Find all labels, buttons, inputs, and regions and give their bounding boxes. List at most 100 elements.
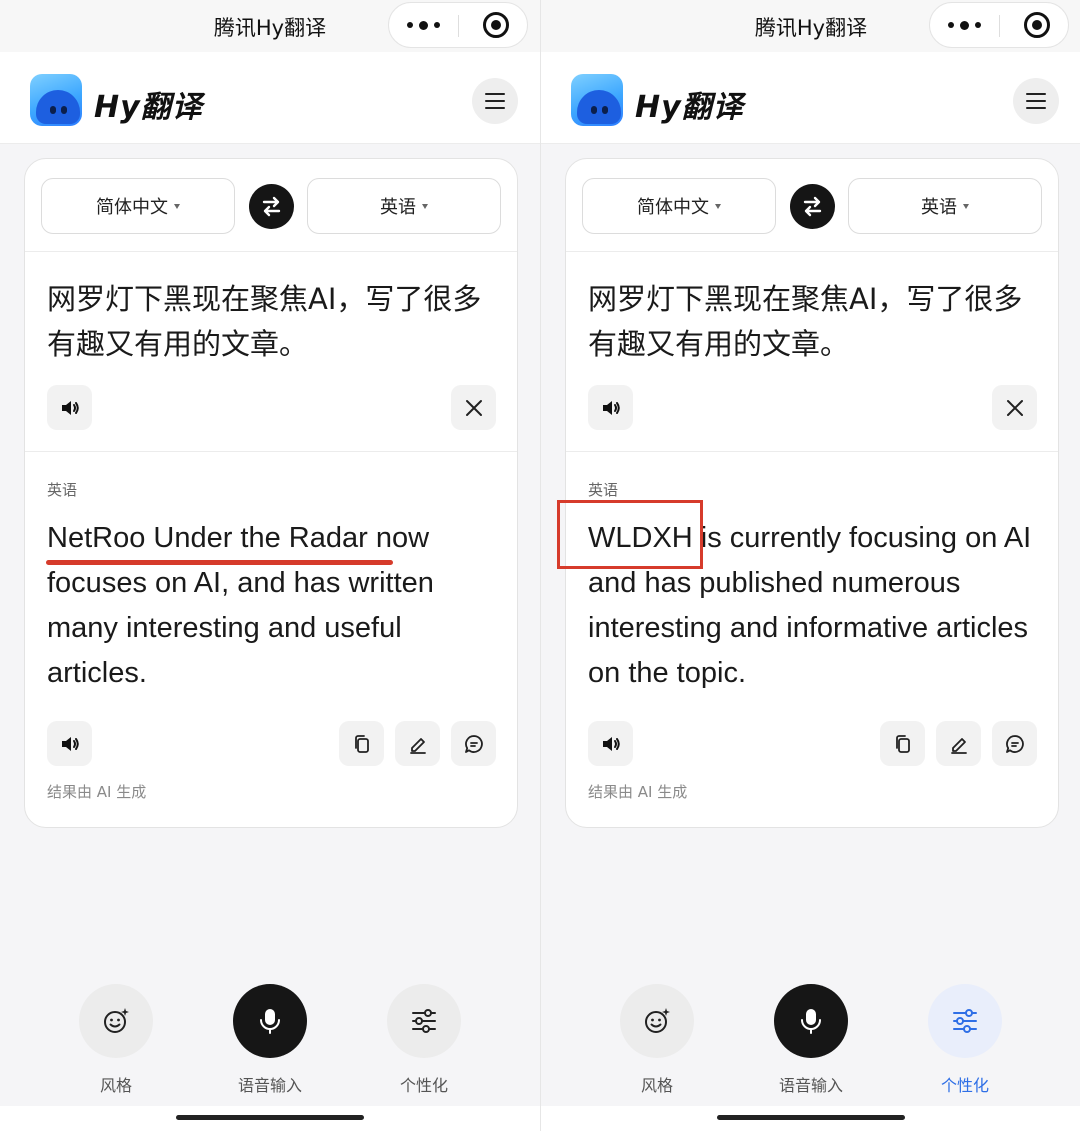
swap-icon (803, 196, 822, 217)
screen-left: 腾讯Hy翻译 Hy翻译 简体中文 英语 网罗灯下黑现在聚焦AI，写了很多有趣又有… (0, 0, 540, 1131)
target-language-select[interactable]: 英语 (307, 178, 501, 234)
translation-card: 简体中文 英语 网罗灯下黑现在聚焦AI，写了很多有趣又有用的文章。 (565, 158, 1059, 828)
language-selector-row: 简体中文 英语 (566, 159, 1058, 251)
voice-input-tool[interactable]: 语音输入 (774, 984, 848, 1095)
edit-button[interactable] (936, 721, 981, 766)
source-language-label: 简体中文 (637, 197, 709, 218)
personalize-tool[interactable]: 个性化 (928, 984, 1002, 1095)
more-dots-icon[interactable] (930, 3, 999, 47)
microphone-icon (260, 1009, 280, 1034)
home-indicator (176, 1115, 364, 1120)
highlight-underline (46, 560, 393, 565)
style-button[interactable] (79, 984, 153, 1058)
ai-generated-note: 结果由 AI 生成 (588, 783, 688, 801)
mini-program-bar: 腾讯Hy翻译 (541, 0, 1080, 52)
home-indicator (717, 1115, 905, 1120)
speak-result-button[interactable] (588, 721, 633, 766)
personalize-button[interactable] (928, 984, 1002, 1058)
swap-languages-button[interactable] (249, 184, 294, 229)
target-language-select[interactable]: 英语 (848, 178, 1042, 234)
translation-card: 简体中文 英语 网罗灯下黑现在聚焦AI，写了很多有趣又有用的文章。 (24, 158, 518, 828)
chevron-down-icon (963, 203, 969, 209)
close-icon (1006, 399, 1023, 416)
close-icon (465, 399, 482, 416)
source-language-label: 简体中文 (96, 197, 168, 218)
source-text-input[interactable]: 网罗灯下黑现在聚焦AI，写了很多有趣又有用的文章。 (588, 277, 1038, 367)
style-tool[interactable]: 风格 (79, 984, 153, 1095)
target-language-caption: 英语 (588, 481, 619, 499)
app-header: Hy翻译 (0, 52, 540, 144)
divider (25, 451, 517, 452)
voice-input-button[interactable] (233, 984, 307, 1058)
voice-input-tool[interactable]: 语音输入 (233, 984, 307, 1095)
highlight-box (557, 500, 703, 569)
mini-program-bar: 腾讯Hy翻译 (0, 0, 540, 52)
app-brand: Hy翻译 (94, 90, 203, 125)
speaker-icon (61, 736, 79, 751)
style-label: 风格 (99, 1076, 132, 1095)
target-language-label: 英语 (921, 197, 957, 218)
menu-icon[interactable] (1013, 78, 1059, 124)
swap-languages-button[interactable] (790, 184, 835, 229)
capsule-divider (999, 15, 1000, 37)
feedback-icon (464, 734, 483, 753)
smile-sparkle-icon (645, 1008, 670, 1033)
clear-input-button[interactable] (451, 385, 496, 430)
personalize-label: 个性化 (940, 1076, 989, 1095)
feedback-button[interactable] (451, 721, 496, 766)
divider (25, 251, 517, 252)
style-button[interactable] (620, 984, 694, 1058)
sliders-icon (412, 1009, 436, 1033)
copy-icon (895, 734, 910, 753)
copy-button[interactable] (880, 721, 925, 766)
voice-input-label: 语音输入 (237, 1076, 302, 1095)
chevron-down-icon (715, 203, 721, 209)
mini-program-title: 腾讯Hy翻译 (213, 16, 327, 40)
sliders-icon (953, 1009, 977, 1033)
voice-input-label: 语音输入 (778, 1076, 843, 1095)
personalize-button[interactable] (387, 984, 461, 1058)
edit-button[interactable] (395, 721, 440, 766)
copy-icon (354, 734, 369, 753)
edit-icon (950, 737, 967, 754)
mini-program-title: 腾讯Hy翻译 (754, 16, 868, 40)
speaker-icon (602, 736, 620, 751)
app-header: Hy翻译 (541, 52, 1080, 144)
style-label: 风格 (640, 1076, 673, 1095)
smile-sparkle-icon (104, 1008, 129, 1033)
personalize-tool[interactable]: 个性化 (387, 984, 461, 1095)
feedback-button[interactable] (992, 721, 1037, 766)
more-dots-icon[interactable] (389, 3, 458, 47)
voice-input-button[interactable] (774, 984, 848, 1058)
chevron-down-icon (174, 203, 180, 209)
target-language-label: 英语 (380, 197, 416, 218)
clear-input-button[interactable] (992, 385, 1037, 430)
capsule-divider (458, 15, 459, 37)
swap-icon (262, 196, 281, 217)
language-selector-row: 简体中文 英语 (25, 159, 517, 251)
divider (566, 451, 1058, 452)
target-language-caption: 英语 (47, 481, 78, 499)
speak-result-button[interactable] (47, 721, 92, 766)
source-language-select[interactable]: 简体中文 (41, 178, 235, 234)
target-icon[interactable] (1024, 12, 1050, 38)
app-logo (30, 74, 82, 126)
target-icon[interactable] (483, 12, 509, 38)
chevron-down-icon (422, 203, 428, 209)
divider (566, 251, 1058, 252)
menu-icon[interactable] (472, 78, 518, 124)
screen-right: 腾讯Hy翻译 Hy翻译 简体中文 英语 网罗灯下黑现在聚焦AI，写了很多有趣又有… (540, 0, 1080, 1131)
feedback-icon (1005, 734, 1024, 753)
source-text-input[interactable]: 网罗灯下黑现在聚焦AI，写了很多有趣又有用的文章。 (47, 277, 497, 367)
app-brand: Hy翻译 (635, 90, 744, 125)
microphone-icon (801, 1009, 821, 1034)
personalize-label: 个性化 (399, 1076, 448, 1095)
style-tool[interactable]: 风格 (620, 984, 694, 1095)
copy-button[interactable] (339, 721, 384, 766)
source-language-select[interactable]: 简体中文 (582, 178, 776, 234)
speaker-icon (602, 400, 620, 415)
speak-source-button[interactable] (47, 385, 92, 430)
app-logo (571, 74, 623, 126)
ai-generated-note: 结果由 AI 生成 (47, 783, 147, 801)
speak-source-button[interactable] (588, 385, 633, 430)
